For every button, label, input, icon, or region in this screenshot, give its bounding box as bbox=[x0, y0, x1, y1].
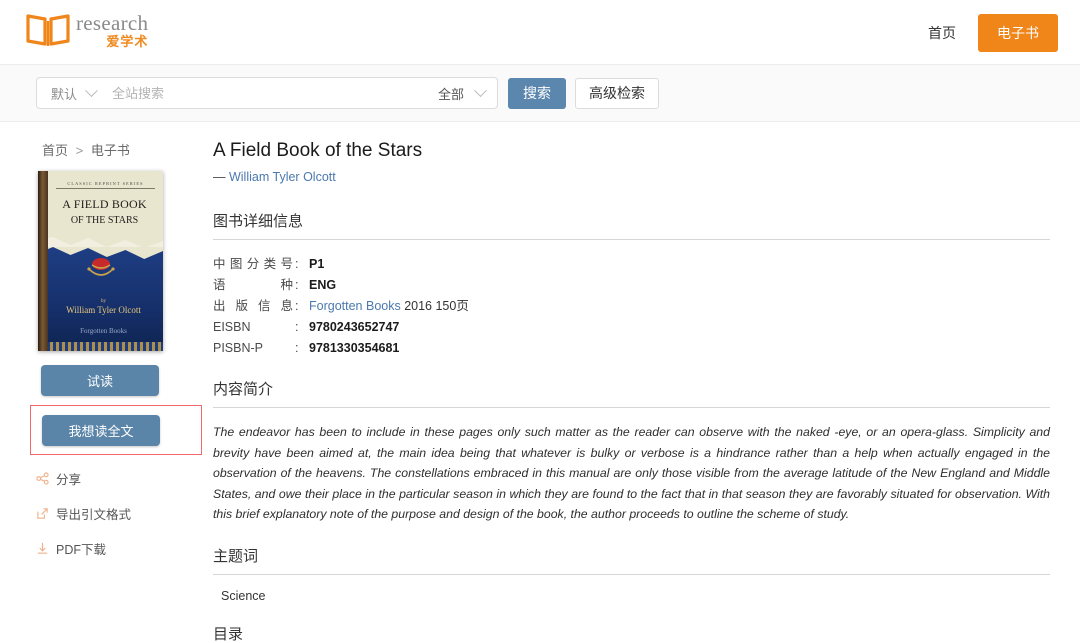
book-cover-image[interactable]: CLASSIC REPRINT SERIES A FIELD BOOK OF T… bbox=[38, 171, 163, 351]
detail-value: P1 bbox=[309, 257, 325, 271]
detail-key: PISBN-P bbox=[213, 341, 264, 355]
share-link-label: 分享 bbox=[56, 473, 82, 487]
search-filter-label: 全部 bbox=[437, 86, 464, 102]
detail-colon: : bbox=[295, 320, 299, 334]
nav-button-ebook[interactable]: 电子书 bbox=[978, 13, 1058, 52]
cover-title: A FIELD BOOK OF THE STARS bbox=[52, 197, 157, 226]
read-full-highlight-box: 我想读全文 bbox=[30, 405, 202, 455]
export-citation-icon bbox=[37, 508, 48, 519]
page-body: 首页 > 电子书 CLASSIC REPRINT SERIES A FIELD … bbox=[0, 122, 1080, 643]
logo-text-en: research bbox=[76, 10, 149, 35]
detail-key: 中图分类号 bbox=[213, 257, 293, 271]
share-icon bbox=[36, 472, 49, 485]
breadcrumb-current[interactable]: 电子书 bbox=[91, 143, 130, 158]
cover-divider bbox=[56, 188, 155, 189]
breadcrumb-home[interactable]: 首页 bbox=[42, 143, 68, 158]
search-box: 默认 全部 bbox=[36, 77, 498, 109]
cover-series-label: CLASSIC REPRINT SERIES bbox=[67, 181, 144, 186]
detail-colon: : bbox=[295, 257, 299, 271]
search-input[interactable] bbox=[106, 78, 430, 108]
book-author-line: — William Tyler Olcott bbox=[213, 170, 1050, 184]
detail-row-eisbn: EISBN : 9780243652747 bbox=[213, 317, 1050, 337]
detail-row-publication: 出版信息 : Forgotten Books 2016 150页 bbox=[213, 296, 1050, 316]
detail-colon: : bbox=[295, 278, 299, 292]
search-bar-zone: 默认 全部 搜索 高级检索 bbox=[0, 65, 1080, 122]
right-column: A Field Book of the Stars — William Tyle… bbox=[195, 140, 1050, 643]
chevron-down-icon bbox=[474, 83, 487, 97]
detail-value: 9780243652747 bbox=[309, 320, 400, 334]
cover-title-line2: OF THE STARS bbox=[70, 215, 139, 226]
chevron-down-icon bbox=[85, 83, 98, 97]
search-filter-dropdown[interactable]: 全部 bbox=[430, 78, 497, 108]
pdf-download-label: PDF下载 bbox=[56, 543, 107, 557]
search-scope-dropdown[interactable]: 默认 bbox=[37, 78, 106, 108]
summary-text: The endeavor has been to include in thes… bbox=[213, 425, 1050, 521]
header-nav: 首页 电子书 bbox=[928, 0, 1058, 65]
trial-read-button[interactable]: 试读 bbox=[41, 365, 159, 396]
cover-publisher: Forgotten Books bbox=[80, 327, 127, 335]
details-divider bbox=[213, 239, 1050, 240]
download-icon bbox=[37, 542, 48, 554]
subjects-heading: 主题词 bbox=[213, 547, 259, 565]
detail-colon: : bbox=[295, 299, 299, 313]
detail-value: ENG bbox=[309, 278, 337, 292]
details-section: 图书详细信息 中图分类号 : P1 语种 : ENG 出版信息 : Forgot… bbox=[213, 210, 1050, 358]
left-column: 首页 > 电子书 CLASSIC REPRINT SERIES A FIELD … bbox=[30, 140, 202, 643]
detail-key: EISBN bbox=[213, 320, 251, 334]
read-full-text-button[interactable]: 我想读全文 bbox=[42, 415, 160, 446]
share-link[interactable]: 分享 bbox=[36, 469, 195, 488]
nav-link-home[interactable]: 首页 bbox=[928, 23, 956, 43]
detail-row-pisbn: PISBN-P : 9781330354681 bbox=[213, 338, 1050, 358]
export-citation-label: 导出引文格式 bbox=[56, 508, 132, 522]
logo-text-cn: 爱学术 bbox=[106, 33, 149, 49]
secondary-action-links: 分享 导出引文格式 PDF下载 bbox=[36, 469, 195, 558]
publisher-link[interactable]: Forgotten Books bbox=[309, 299, 401, 313]
cover-author-name: William Tyler Olcott bbox=[66, 305, 141, 315]
detail-row-language: 语种 : ENG bbox=[213, 275, 1050, 295]
detail-value: Forgotten Books 2016 150页 bbox=[309, 296, 469, 316]
detail-value: 9781330354681 bbox=[309, 341, 400, 355]
subject-keyword[interactable]: Science bbox=[221, 589, 1050, 603]
breadcrumb-separator: > bbox=[75, 143, 84, 158]
advanced-search-button[interactable]: 高级检索 bbox=[575, 77, 659, 109]
detail-key: 语种 bbox=[213, 278, 293, 292]
cover-footer-band bbox=[38, 342, 163, 351]
subjects-divider bbox=[213, 573, 1050, 575]
site-logo[interactable]: research 爱学术 bbox=[24, 10, 148, 50]
summary-section: 内容简介 The endeavor has been to include in… bbox=[213, 378, 1050, 525]
pdf-download-link[interactable]: PDF下载 bbox=[36, 539, 195, 558]
details-heading: 图书详细信息 bbox=[213, 213, 304, 230]
toc-section: 目录 bbox=[213, 623, 1050, 643]
author-dash: — bbox=[213, 170, 226, 184]
cover-spine bbox=[38, 171, 48, 351]
search-button[interactable]: 搜索 bbox=[508, 77, 566, 109]
toc-heading: 目录 bbox=[213, 625, 244, 643]
open-book-icon bbox=[26, 14, 70, 46]
detail-row-classification: 中图分类号 : P1 bbox=[213, 254, 1050, 274]
cover-title-line1: A FIELD BOOK bbox=[62, 197, 147, 211]
page-title: A Field Book of the Stars bbox=[213, 140, 423, 161]
cover-emblem-icon bbox=[86, 258, 115, 276]
author-link[interactable]: William Tyler Olcott bbox=[229, 170, 336, 184]
search-scope-label: 默认 bbox=[51, 86, 78, 102]
site-header: research 爱学术 首页 电子书 bbox=[0, 0, 1080, 65]
publication-extra: 2016 150页 bbox=[400, 299, 469, 313]
detail-key: 出版信息 bbox=[213, 299, 293, 313]
subjects-section: 主题词 Science bbox=[213, 545, 1050, 603]
summary-heading: 内容简介 bbox=[213, 381, 274, 398]
breadcrumb: 首页 > 电子书 bbox=[42, 140, 195, 159]
cover-author: by William Tyler Olcott bbox=[48, 299, 159, 315]
export-citation-link[interactable]: 导出引文格式 bbox=[36, 504, 195, 523]
cover-by-label: by bbox=[101, 299, 106, 304]
detail-colon: : bbox=[295, 341, 299, 355]
summary-divider bbox=[213, 407, 1050, 408]
